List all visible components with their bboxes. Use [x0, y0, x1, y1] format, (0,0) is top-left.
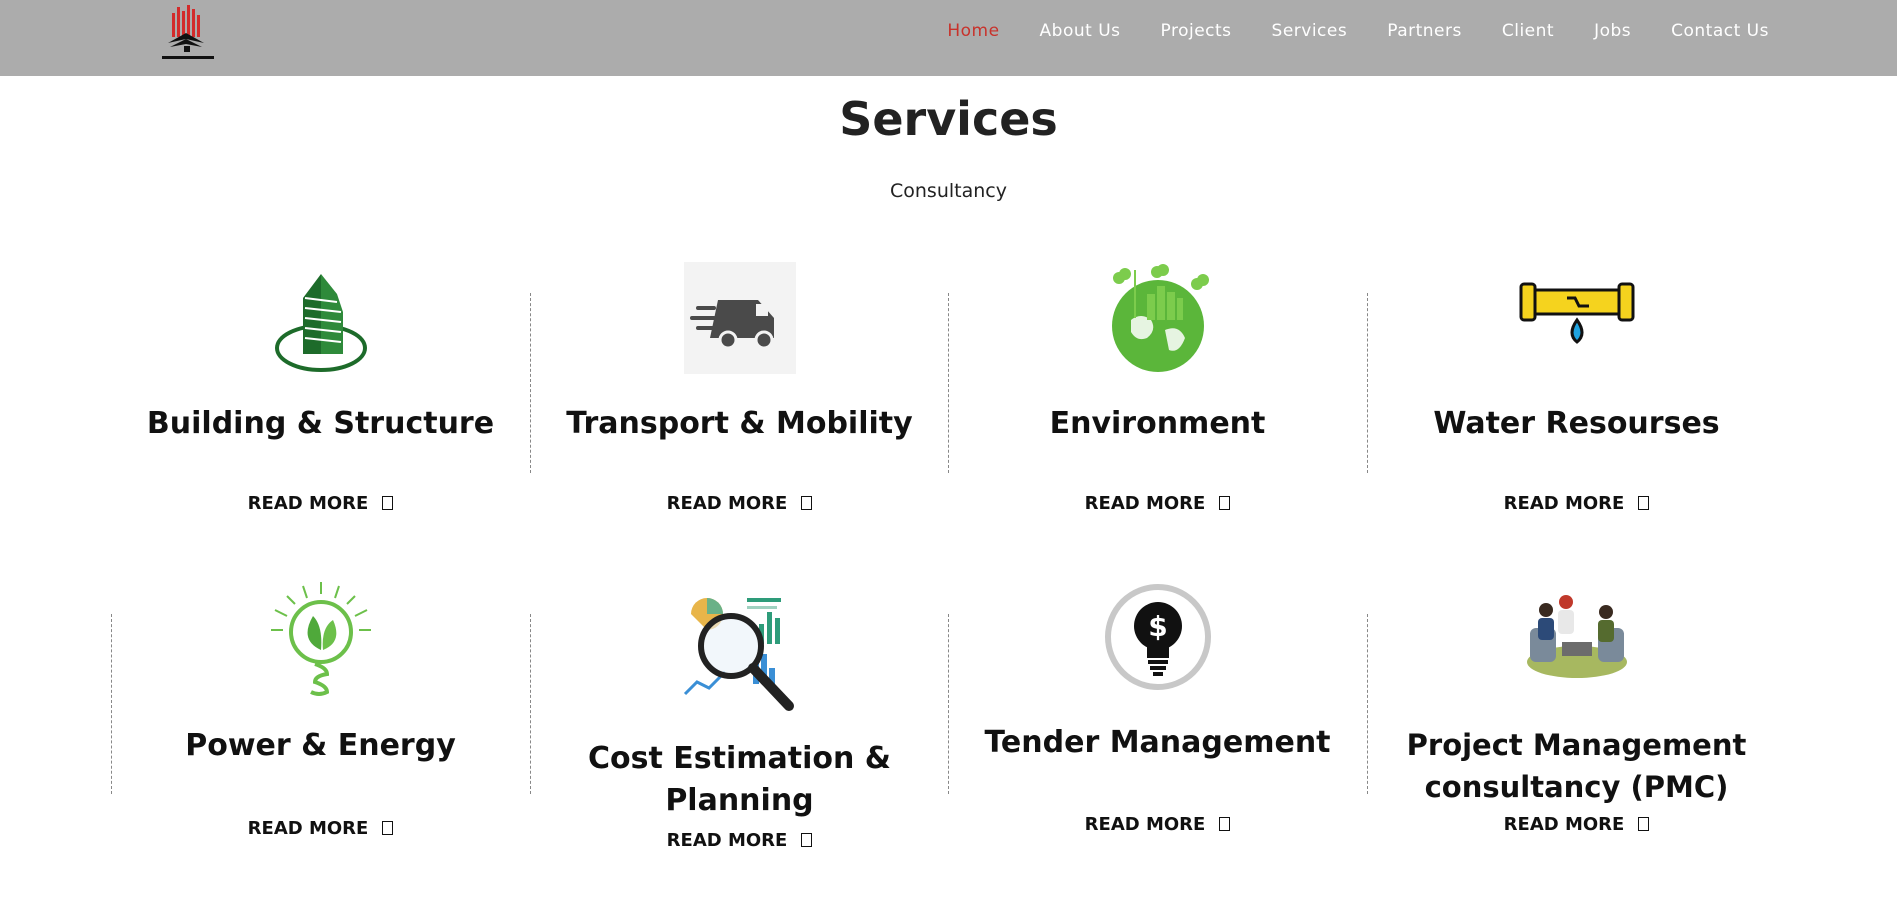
- nav-contact-us[interactable]: Contact Us: [1671, 21, 1769, 41]
- read-more-label: READ MORE: [666, 493, 788, 514]
- arrow-icon: [382, 821, 394, 835]
- nav-home[interactable]: Home: [947, 21, 999, 41]
- read-more-link[interactable]: READ MORE: [1367, 493, 1786, 514]
- service-card-environment: Environment READ MORE: [948, 260, 1367, 528]
- read-more-link[interactable]: READ MORE: [948, 814, 1367, 835]
- magnifier-chart-icon: [683, 598, 794, 711]
- nav-about-us[interactable]: About Us: [1040, 21, 1121, 41]
- read-more-label: READ MORE: [1084, 814, 1206, 835]
- service-card-water: Water Resourses READ MORE: [1367, 278, 1786, 528]
- read-more-label: READ MORE: [666, 830, 788, 851]
- read-more-label: READ MORE: [1503, 814, 1625, 835]
- service-card-tender: $ Tender Management READ MORE: [948, 582, 1367, 844]
- service-card-power: Power & Energy READ MORE: [111, 580, 530, 850]
- building-icon: [274, 274, 367, 372]
- svg-text:$: $: [1148, 610, 1167, 643]
- arrow-icon: [382, 496, 394, 510]
- read-more-link[interactable]: READ MORE: [111, 493, 530, 514]
- service-card-pmc: Project Management consultancy (PMC) REA…: [1367, 588, 1786, 846]
- read-more-label: READ MORE: [1503, 493, 1625, 514]
- dollar-bulb-icon: $: [1104, 584, 1211, 690]
- logo-icon[interactable]: [158, 3, 218, 63]
- nav-projects[interactable]: Projects: [1161, 21, 1232, 41]
- arrow-icon: [1219, 496, 1231, 510]
- read-more-label: READ MORE: [1084, 493, 1206, 514]
- navbar: Home About Us Projects Services Partners…: [0, 0, 1897, 76]
- read-more-link[interactable]: READ MORE: [948, 493, 1367, 514]
- read-more-link[interactable]: READ MORE: [530, 493, 949, 514]
- service-title: Tender Management: [984, 725, 1331, 760]
- read-more-link[interactable]: READ MORE: [1367, 814, 1786, 835]
- meeting-icon: [1526, 595, 1627, 678]
- leaking-pipe-icon: [1519, 282, 1634, 344]
- truck-icon: [683, 262, 796, 374]
- eco-bulb-icon: [270, 582, 371, 696]
- arrow-icon: [1638, 817, 1650, 831]
- read-more-link[interactable]: READ MORE: [111, 818, 530, 839]
- service-card-building: Building & Structure READ MORE: [111, 268, 530, 528]
- arrow-icon: [1638, 496, 1650, 510]
- nav-client[interactable]: Client: [1502, 21, 1554, 41]
- page-subtitle: Consultancy: [890, 180, 1007, 202]
- read-more-label: READ MORE: [247, 493, 369, 514]
- service-title: Cost Estimation & Planning: [588, 741, 891, 818]
- page-title: Services: [839, 92, 1058, 146]
- arrow-icon: [1219, 817, 1231, 831]
- green-earth-icon: [1111, 264, 1209, 372]
- service-card-transport: Transport & Mobility READ MORE: [530, 262, 949, 528]
- service-title: Power & Energy: [185, 728, 456, 763]
- service-title: Environment: [1049, 406, 1266, 441]
- read-more-label: READ MORE: [247, 818, 369, 839]
- arrow-icon: [801, 496, 813, 510]
- service-title: Project Management consultancy (PMC): [1406, 728, 1747, 804]
- main-nav: Home About Us Projects Services Partners…: [907, 0, 1769, 62]
- read-more-link[interactable]: READ MORE: [530, 830, 949, 851]
- nav-jobs[interactable]: Jobs: [1594, 21, 1631, 41]
- arrow-icon: [801, 833, 813, 847]
- service-card-cost: Cost Estimation & Planning READ MORE: [530, 594, 949, 862]
- service-title: Building & Structure: [146, 406, 495, 441]
- nav-partners[interactable]: Partners: [1387, 21, 1462, 41]
- nav-services[interactable]: Services: [1272, 21, 1348, 41]
- service-title: Transport & Mobility: [566, 406, 913, 441]
- service-title: Water Resourses: [1433, 406, 1720, 441]
